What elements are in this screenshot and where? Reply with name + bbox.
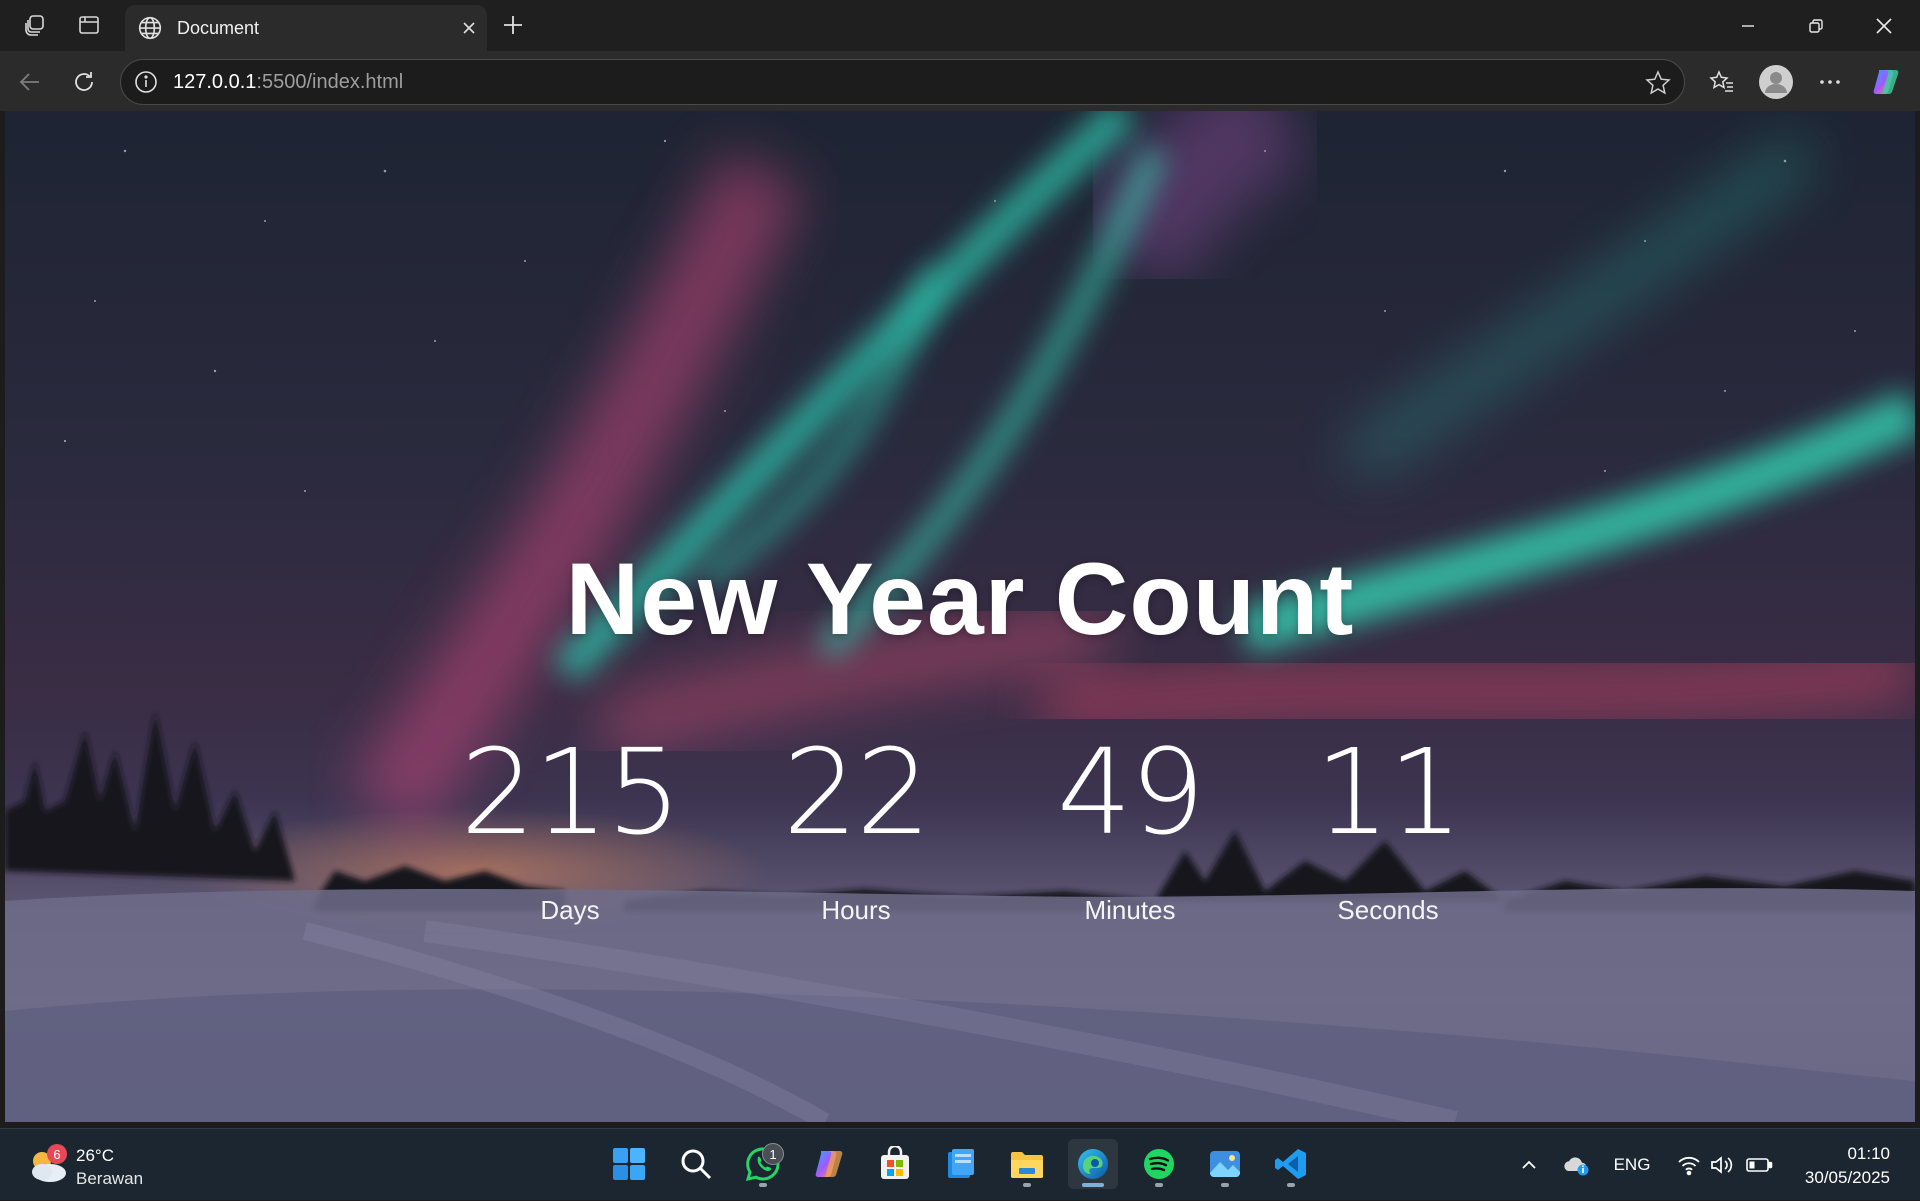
countdown-seconds: 11 Seconds — [1268, 723, 1508, 926]
edge-icon — [1078, 1149, 1108, 1179]
url-path: :5500/index.html — [256, 70, 404, 93]
days-value: 215 — [460, 723, 681, 861]
taskbar-whatsapp[interactable]: 1 — [738, 1139, 788, 1189]
start-button[interactable] — [604, 1139, 654, 1189]
running-indicator — [1287, 1183, 1295, 1187]
volume-icon — [1711, 1156, 1733, 1174]
spotify-icon — [1144, 1149, 1174, 1179]
taskbar-vscode[interactable] — [1266, 1139, 1316, 1189]
days-label: Days — [540, 894, 600, 925]
new-tab-button[interactable] — [494, 6, 532, 44]
restore-button[interactable] — [1782, 0, 1850, 51]
onedrive-tray-button[interactable] — [1558, 1129, 1594, 1201]
tab-document[interactable]: Document — [125, 5, 487, 51]
seconds-value: 11 — [1314, 723, 1463, 861]
weather-widget[interactable]: 6 26°C Berawan — [26, 1139, 166, 1191]
browser-toolbar: 127.0.0.1:5500/index.html — [0, 51, 1920, 111]
favorites-button[interactable] — [1702, 62, 1742, 102]
plus-icon — [504, 16, 522, 34]
settings-menu-button[interactable] — [1810, 62, 1850, 102]
hours-value: 22 — [782, 723, 931, 861]
profile-button[interactable] — [1756, 62, 1796, 102]
taskbar-edge[interactable] — [1068, 1139, 1118, 1189]
clock-button[interactable]: 01:10 30/05/2025 — [1805, 1142, 1890, 1190]
close-icon — [463, 22, 475, 34]
search-icon — [681, 1149, 712, 1180]
input-language-button[interactable]: ENG — [1606, 1129, 1658, 1201]
quick-settings-button[interactable] — [1670, 1129, 1780, 1201]
refresh-button[interactable] — [64, 62, 104, 102]
running-indicator — [1023, 1183, 1031, 1187]
favorite-star-icon[interactable] — [1644, 69, 1672, 97]
close-window-button[interactable] — [1850, 0, 1918, 51]
taskbar-copilot[interactable] — [804, 1139, 854, 1189]
minimize-button[interactable] — [1714, 0, 1782, 51]
start-icon — [613, 1148, 645, 1180]
vscode-icon — [1275, 1149, 1306, 1179]
taskbar-microsoft-store[interactable] — [870, 1139, 920, 1189]
refresh-icon — [75, 72, 93, 91]
running-indicator — [1221, 1183, 1229, 1187]
countdown-days: 215 Days — [450, 723, 690, 926]
countdown-hours: 22 Hours — [736, 723, 976, 926]
avatar-icon — [1759, 65, 1793, 99]
clock-date: 30/05/2025 — [1804, 1168, 1890, 1187]
page-viewport: New Year Count 215 Days 22 Hours 49 Minu… — [5, 111, 1915, 1122]
page-title: New Year Count — [565, 542, 1355, 656]
minutes-label: Minutes — [1084, 894, 1176, 925]
close-tab-button[interactable] — [451, 10, 487, 46]
onedrive-cloud-icon — [1564, 1157, 1589, 1176]
back-button[interactable] — [10, 62, 50, 102]
seconds-label: Seconds — [1337, 894, 1439, 925]
running-indicator — [759, 1183, 767, 1187]
battery-icon — [1746, 1158, 1773, 1172]
restore-icon — [1809, 18, 1823, 33]
taskbar-photos[interactable] — [1200, 1139, 1250, 1189]
close-icon — [1876, 17, 1892, 34]
file-explorer-icon — [1011, 1152, 1043, 1178]
workspaces-icon[interactable] — [16, 6, 54, 44]
copilot-icon — [815, 1151, 843, 1177]
tab-actions-icon[interactable] — [70, 6, 108, 44]
show-hidden-icons-button[interactable] — [1514, 1129, 1544, 1201]
windows-taskbar: 6 26°C Berawan 1 ENG 01:10 30/05/2025 — [0, 1128, 1920, 1200]
language-indicator: ENG — [1613, 1155, 1651, 1174]
weather-badge: 6 — [47, 1144, 67, 1164]
weather-condition: Berawan — [76, 1169, 144, 1188]
browser-tab-strip: Document — [0, 0, 1920, 51]
back-arrow-icon — [19, 73, 39, 91]
tab-title: Document — [177, 17, 260, 38]
photos-icon — [1210, 1151, 1240, 1177]
widgets-app-icon — [948, 1149, 974, 1178]
whatsapp-badge: 1 — [762, 1143, 784, 1165]
site-info-icon[interactable] — [133, 69, 159, 95]
minimize-icon — [1742, 24, 1754, 27]
hours-label: Hours — [821, 894, 891, 925]
copilot-icon — [1873, 70, 1899, 94]
minutes-value: 49 — [1056, 723, 1205, 861]
clock-time: 01:10 — [1847, 1144, 1890, 1163]
running-indicator — [1155, 1183, 1163, 1187]
taskbar-spotify[interactable] — [1134, 1139, 1184, 1189]
taskbar-file-explorer[interactable] — [1002, 1139, 1052, 1189]
url-text[interactable]: 127.0.0.1:5500/index.html — [173, 71, 403, 94]
taskbar-search-button[interactable] — [671, 1139, 721, 1189]
wifi-icon — [1678, 1156, 1700, 1176]
url-host: 127.0.0.1 — [173, 70, 257, 93]
favorites-list-icon — [1709, 70, 1733, 92]
copilot-button[interactable] — [1866, 62, 1906, 102]
chevron-up-icon — [1522, 1160, 1536, 1169]
running-indicator — [1082, 1183, 1104, 1187]
countdown-minutes: 49 Minutes — [1010, 723, 1250, 926]
address-bar[interactable]: 127.0.0.1:5500/index.html — [120, 59, 1685, 105]
more-dots-icon — [1820, 80, 1840, 84]
weather-temperature: 26°C — [76, 1146, 114, 1165]
globe-icon — [138, 16, 162, 40]
store-icon — [881, 1146, 909, 1179]
taskbar-widgets-app[interactable] — [936, 1139, 986, 1189]
